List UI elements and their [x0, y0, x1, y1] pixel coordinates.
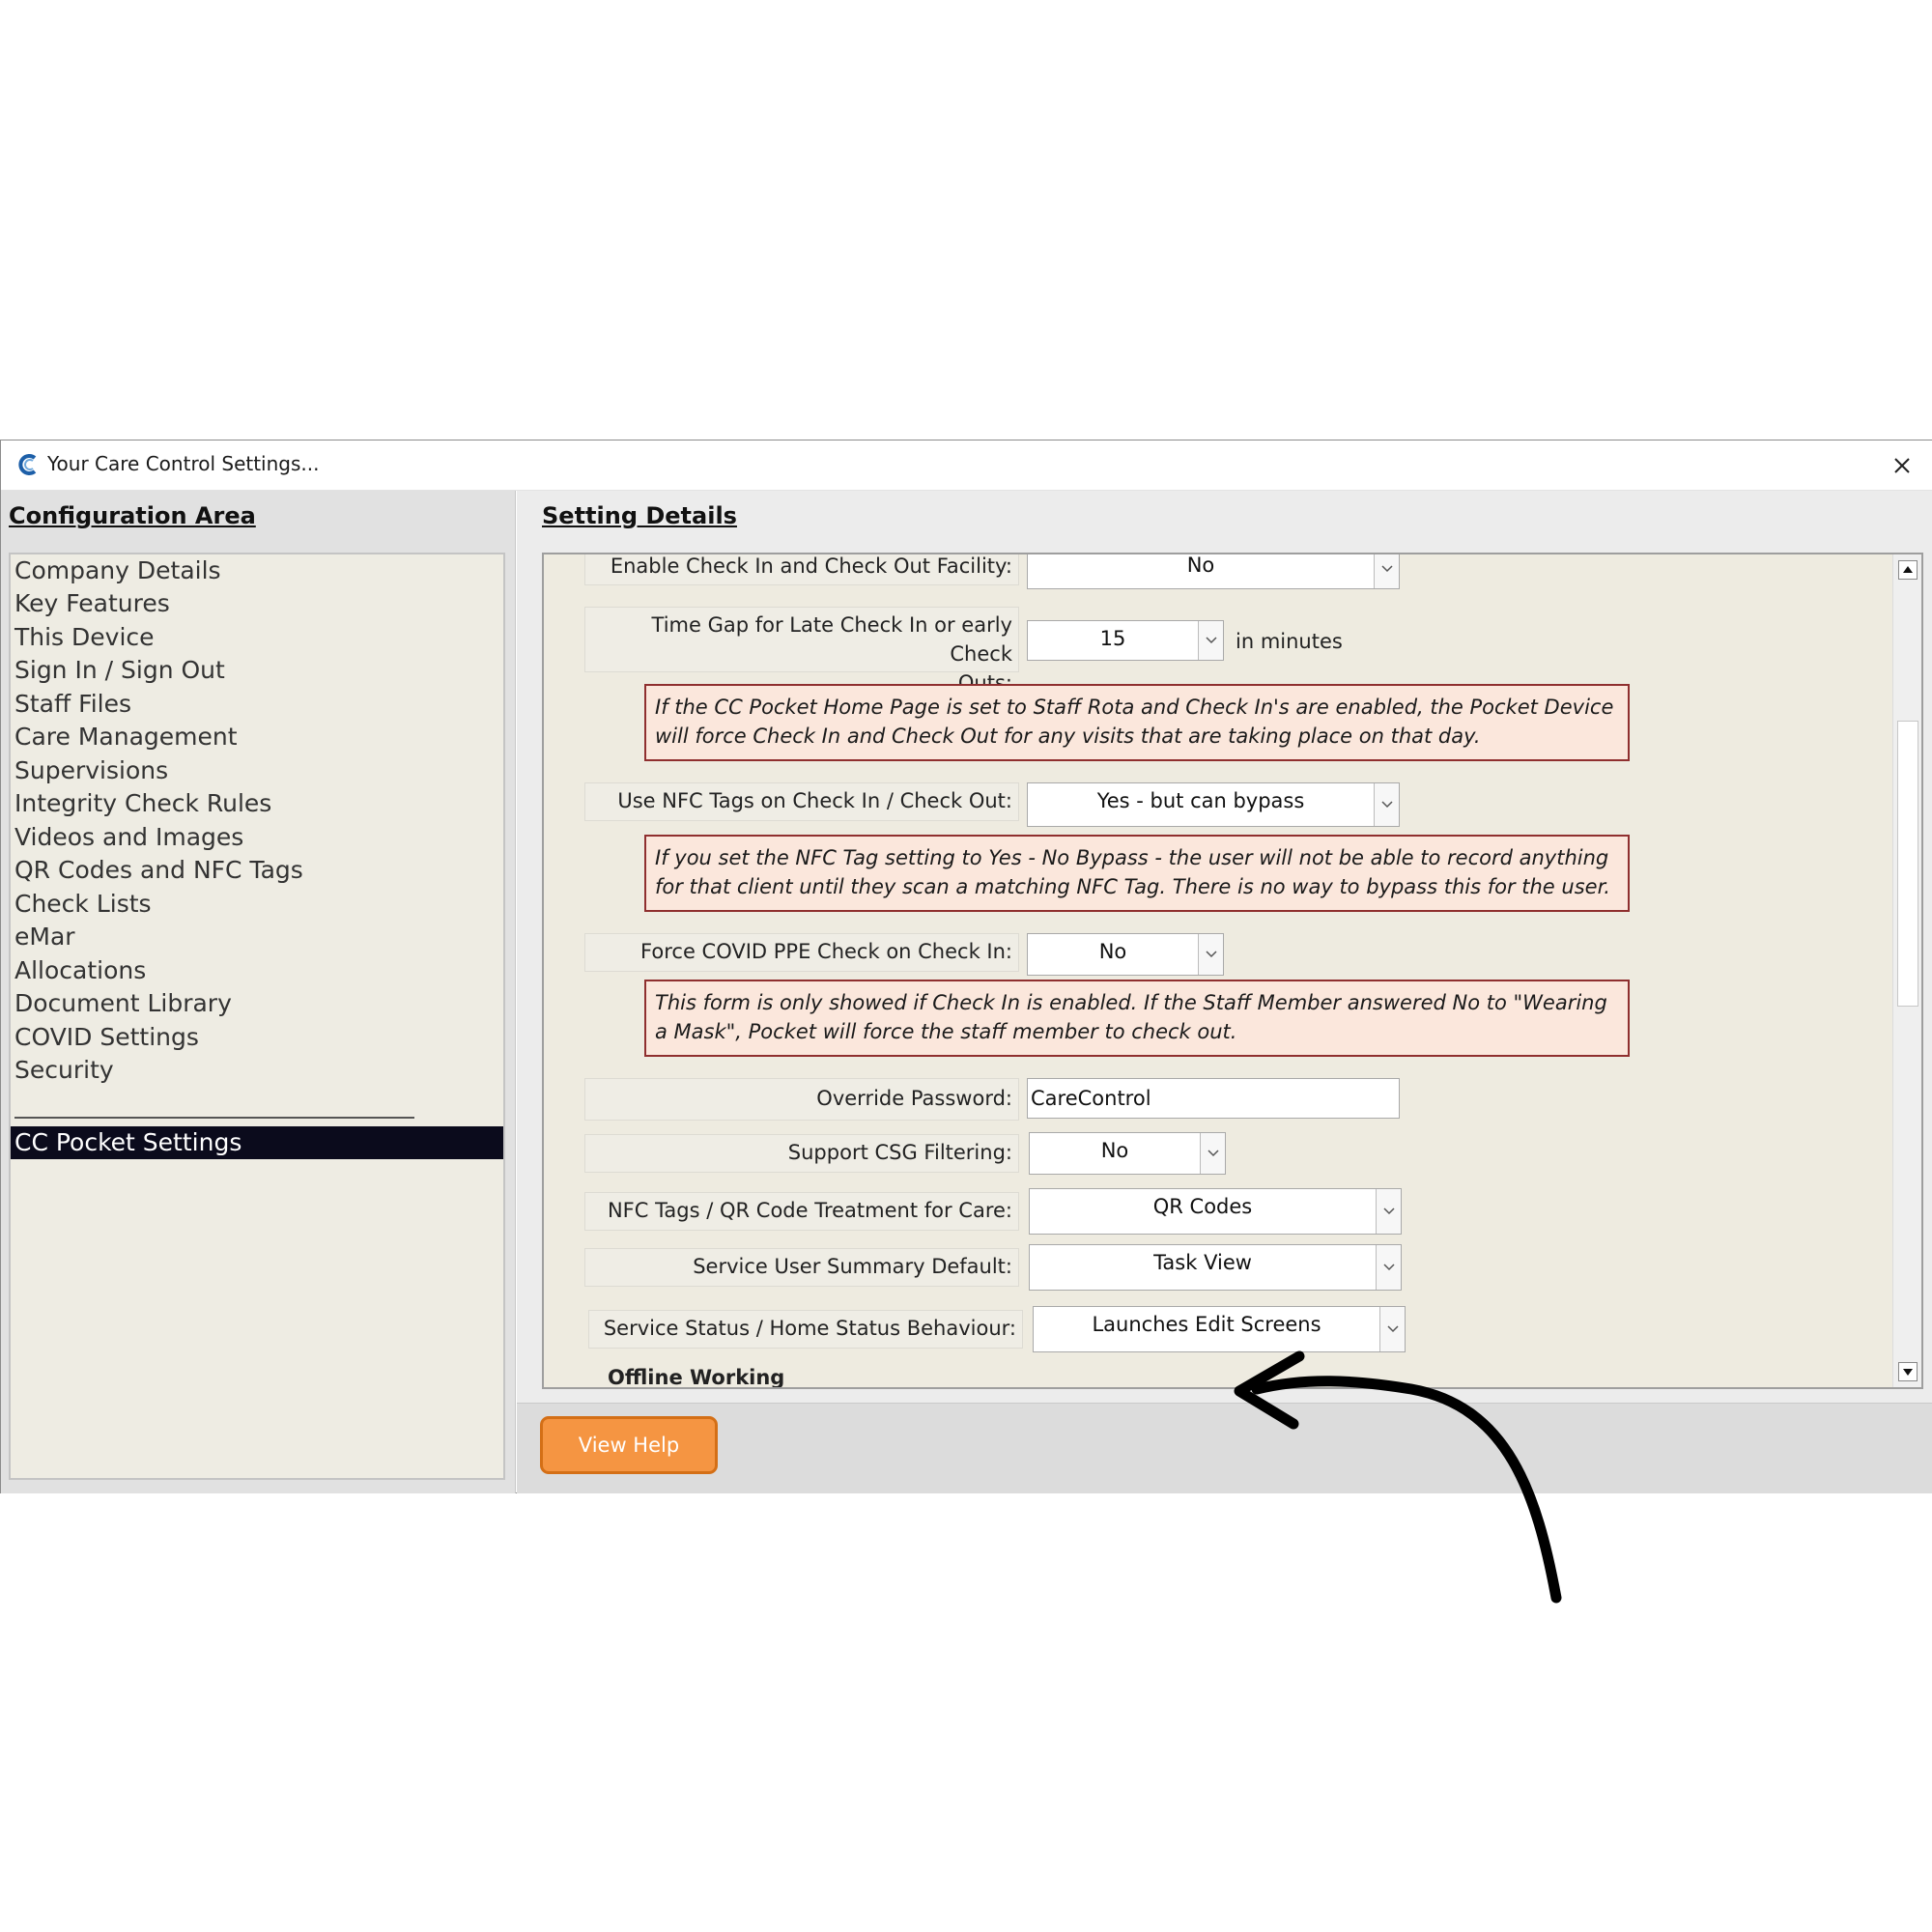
- chevron-down-icon: [1381, 565, 1393, 573]
- nav-item-videos-and-images[interactable]: Videos and Images: [14, 823, 243, 851]
- home-page-note: If the CC Pocket Home Page is set to Sta…: [644, 684, 1630, 761]
- nav-item-document-library[interactable]: Document Library: [14, 989, 232, 1017]
- time-gap-label-line1: Time Gap for Late Check In or early Chec…: [651, 613, 1012, 666]
- nav-item-supervisions[interactable]: Supervisions: [14, 756, 168, 784]
- covid-ppe-dropdown[interactable]: No: [1027, 933, 1224, 976]
- nav-item-this-device[interactable]: This Device: [14, 623, 155, 651]
- nav-item-sign-in-sign-out[interactable]: Sign In / Sign Out: [14, 656, 225, 684]
- enable-check-in-value: No: [1186, 554, 1215, 577]
- time-gap-value: 15: [1099, 627, 1126, 650]
- enable-check-in-dropdown[interactable]: No: [1027, 554, 1400, 589]
- scroll-up-arrow-icon[interactable]: [1898, 560, 1918, 580]
- service-user-summary-label-box: Service User Summary Default:: [584, 1248, 1019, 1287]
- chevron-down-icon: [1208, 1150, 1219, 1157]
- settings-window: Your Care Control Settings... Configurat…: [0, 440, 1932, 1604]
- nav-item-care-management[interactable]: Care Management: [14, 723, 238, 751]
- service-user-summary-value: Task View: [1153, 1251, 1252, 1274]
- nfc-tags-dropdown[interactable]: Yes - but can bypass: [1027, 782, 1400, 827]
- time-gap-label-box: Time Gap for Late Check In or early Chec…: [584, 607, 1019, 695]
- service-status-dropdown[interactable]: Launches Edit Screens: [1033, 1306, 1406, 1352]
- csg-filtering-dropdown[interactable]: No: [1029, 1132, 1226, 1175]
- override-password-label: Override Password:: [816, 1087, 1012, 1110]
- vertical-scrollbar[interactable]: [1892, 554, 1921, 1387]
- nav-item-security[interactable]: Security: [14, 1056, 114, 1084]
- nav-item-cc-pocket-settings[interactable]: CC Pocket Settings: [11, 1126, 503, 1159]
- chevron-down-icon: [1206, 637, 1217, 644]
- time-gap-unit: in minutes: [1236, 630, 1343, 653]
- offline-working-heading: Offline Working: [608, 1366, 785, 1389]
- nfc-qr-treatment-value: QR Codes: [1152, 1195, 1253, 1218]
- scroll-down-arrow-icon[interactable]: [1898, 1362, 1918, 1381]
- time-gap-dropdown[interactable]: 15: [1027, 620, 1224, 661]
- enable-check-in-dropdown-button[interactable]: [1374, 554, 1399, 588]
- enable-check-in-label: Enable Check In and Check Out Facility:: [610, 554, 1012, 578]
- window-title: Your Care Control Settings...: [47, 452, 320, 475]
- nav-item-allocations[interactable]: Allocations: [14, 956, 146, 984]
- covid-ppe-value: No: [1098, 940, 1127, 963]
- care-control-logo-icon: [18, 454, 37, 475]
- chevron-down-icon: [1383, 1264, 1395, 1271]
- setting-details-heading: Setting Details: [542, 502, 737, 529]
- nav-item-emar[interactable]: eMar: [14, 923, 75, 951]
- settings-scroll-area: Enable Check In and Check Out Facility: …: [542, 553, 1923, 1389]
- csg-filtering-dropdown-button[interactable]: [1200, 1133, 1225, 1174]
- footer-bar: View Help: [517, 1403, 1932, 1493]
- nav-item-covid-settings[interactable]: COVID Settings: [14, 1023, 199, 1051]
- chevron-down-icon: [1383, 1208, 1395, 1215]
- chevron-down-icon: [1387, 1325, 1399, 1333]
- override-password-label-box: Override Password:: [584, 1078, 1019, 1121]
- configuration-list: Company Details Key Features This Device…: [9, 553, 505, 1480]
- nfc-qr-treatment-dropdown-button[interactable]: [1376, 1189, 1401, 1234]
- configuration-area-heading: Configuration Area: [9, 502, 256, 529]
- override-password-input[interactable]: [1027, 1078, 1400, 1119]
- covid-ppe-dropdown-button[interactable]: [1198, 934, 1223, 975]
- nav-item-check-lists[interactable]: Check Lists: [14, 890, 152, 918]
- nfc-qr-treatment-dropdown[interactable]: QR Codes: [1029, 1188, 1402, 1235]
- covid-ppe-label-box: Force COVID PPE Check on Check In:: [584, 933, 1019, 972]
- nfc-tags-label: Use NFC Tags on Check In / Check Out:: [617, 789, 1012, 812]
- service-status-value: Launches Edit Screens: [1092, 1313, 1321, 1336]
- nfc-tags-dropdown-button[interactable]: [1374, 783, 1399, 826]
- csg-filtering-label-box: Support CSG Filtering:: [584, 1134, 1019, 1173]
- scroll-thumb[interactable]: [1897, 721, 1918, 1007]
- nfc-qr-treatment-label: NFC Tags / QR Code Treatment for Care:: [607, 1199, 1012, 1222]
- nav-item-key-features[interactable]: Key Features: [14, 589, 170, 617]
- nfc-tags-label-box: Use NFC Tags on Check In / Check Out:: [584, 782, 1019, 821]
- title-bar: Your Care Control Settings...: [1, 440, 1932, 491]
- service-user-summary-label: Service User Summary Default:: [693, 1255, 1012, 1278]
- covid-note: This form is only showed if Check In is …: [644, 980, 1630, 1057]
- view-help-button[interactable]: View Help: [540, 1416, 718, 1474]
- nav-item-qr-codes-and-nfc-tags[interactable]: QR Codes and NFC Tags: [14, 856, 303, 884]
- covid-ppe-label: Force COVID PPE Check on Check In:: [640, 940, 1012, 963]
- setting-details-panel: Setting Details Enable Check In and Chec…: [517, 491, 1932, 1493]
- service-status-label-box: Service Status / Home Status Behaviour:: [588, 1310, 1023, 1349]
- service-user-summary-dropdown-button[interactable]: [1376, 1245, 1401, 1290]
- service-status-label: Service Status / Home Status Behaviour:: [603, 1317, 1016, 1340]
- service-status-dropdown-button[interactable]: [1379, 1307, 1405, 1351]
- enable-check-in-label-box: Enable Check In and Check Out Facility:: [584, 554, 1019, 585]
- service-user-summary-dropdown[interactable]: Task View: [1029, 1244, 1402, 1291]
- nav-item-integrity-check-rules[interactable]: Integrity Check Rules: [14, 789, 271, 817]
- csg-filtering-value: No: [1100, 1139, 1129, 1162]
- nfc-note: If you set the NFC Tag setting to Yes - …: [644, 835, 1630, 912]
- chevron-down-icon: [1206, 951, 1217, 958]
- csg-filtering-label: Support CSG Filtering:: [787, 1141, 1012, 1164]
- nfc-qr-treatment-label-box: NFC Tags / QR Code Treatment for Care:: [584, 1192, 1019, 1231]
- close-icon[interactable]: [1885, 448, 1919, 483]
- nfc-tags-value: Yes - but can bypass: [1096, 789, 1305, 812]
- nav-item-company-details[interactable]: Company Details: [14, 556, 221, 584]
- nav-separator: [14, 1117, 414, 1119]
- configuration-panel: Configuration Area Company Details Key F…: [1, 491, 516, 1493]
- chevron-down-icon: [1381, 801, 1393, 809]
- nav-item-staff-files[interactable]: Staff Files: [14, 690, 131, 718]
- time-gap-dropdown-button[interactable]: [1198, 621, 1223, 660]
